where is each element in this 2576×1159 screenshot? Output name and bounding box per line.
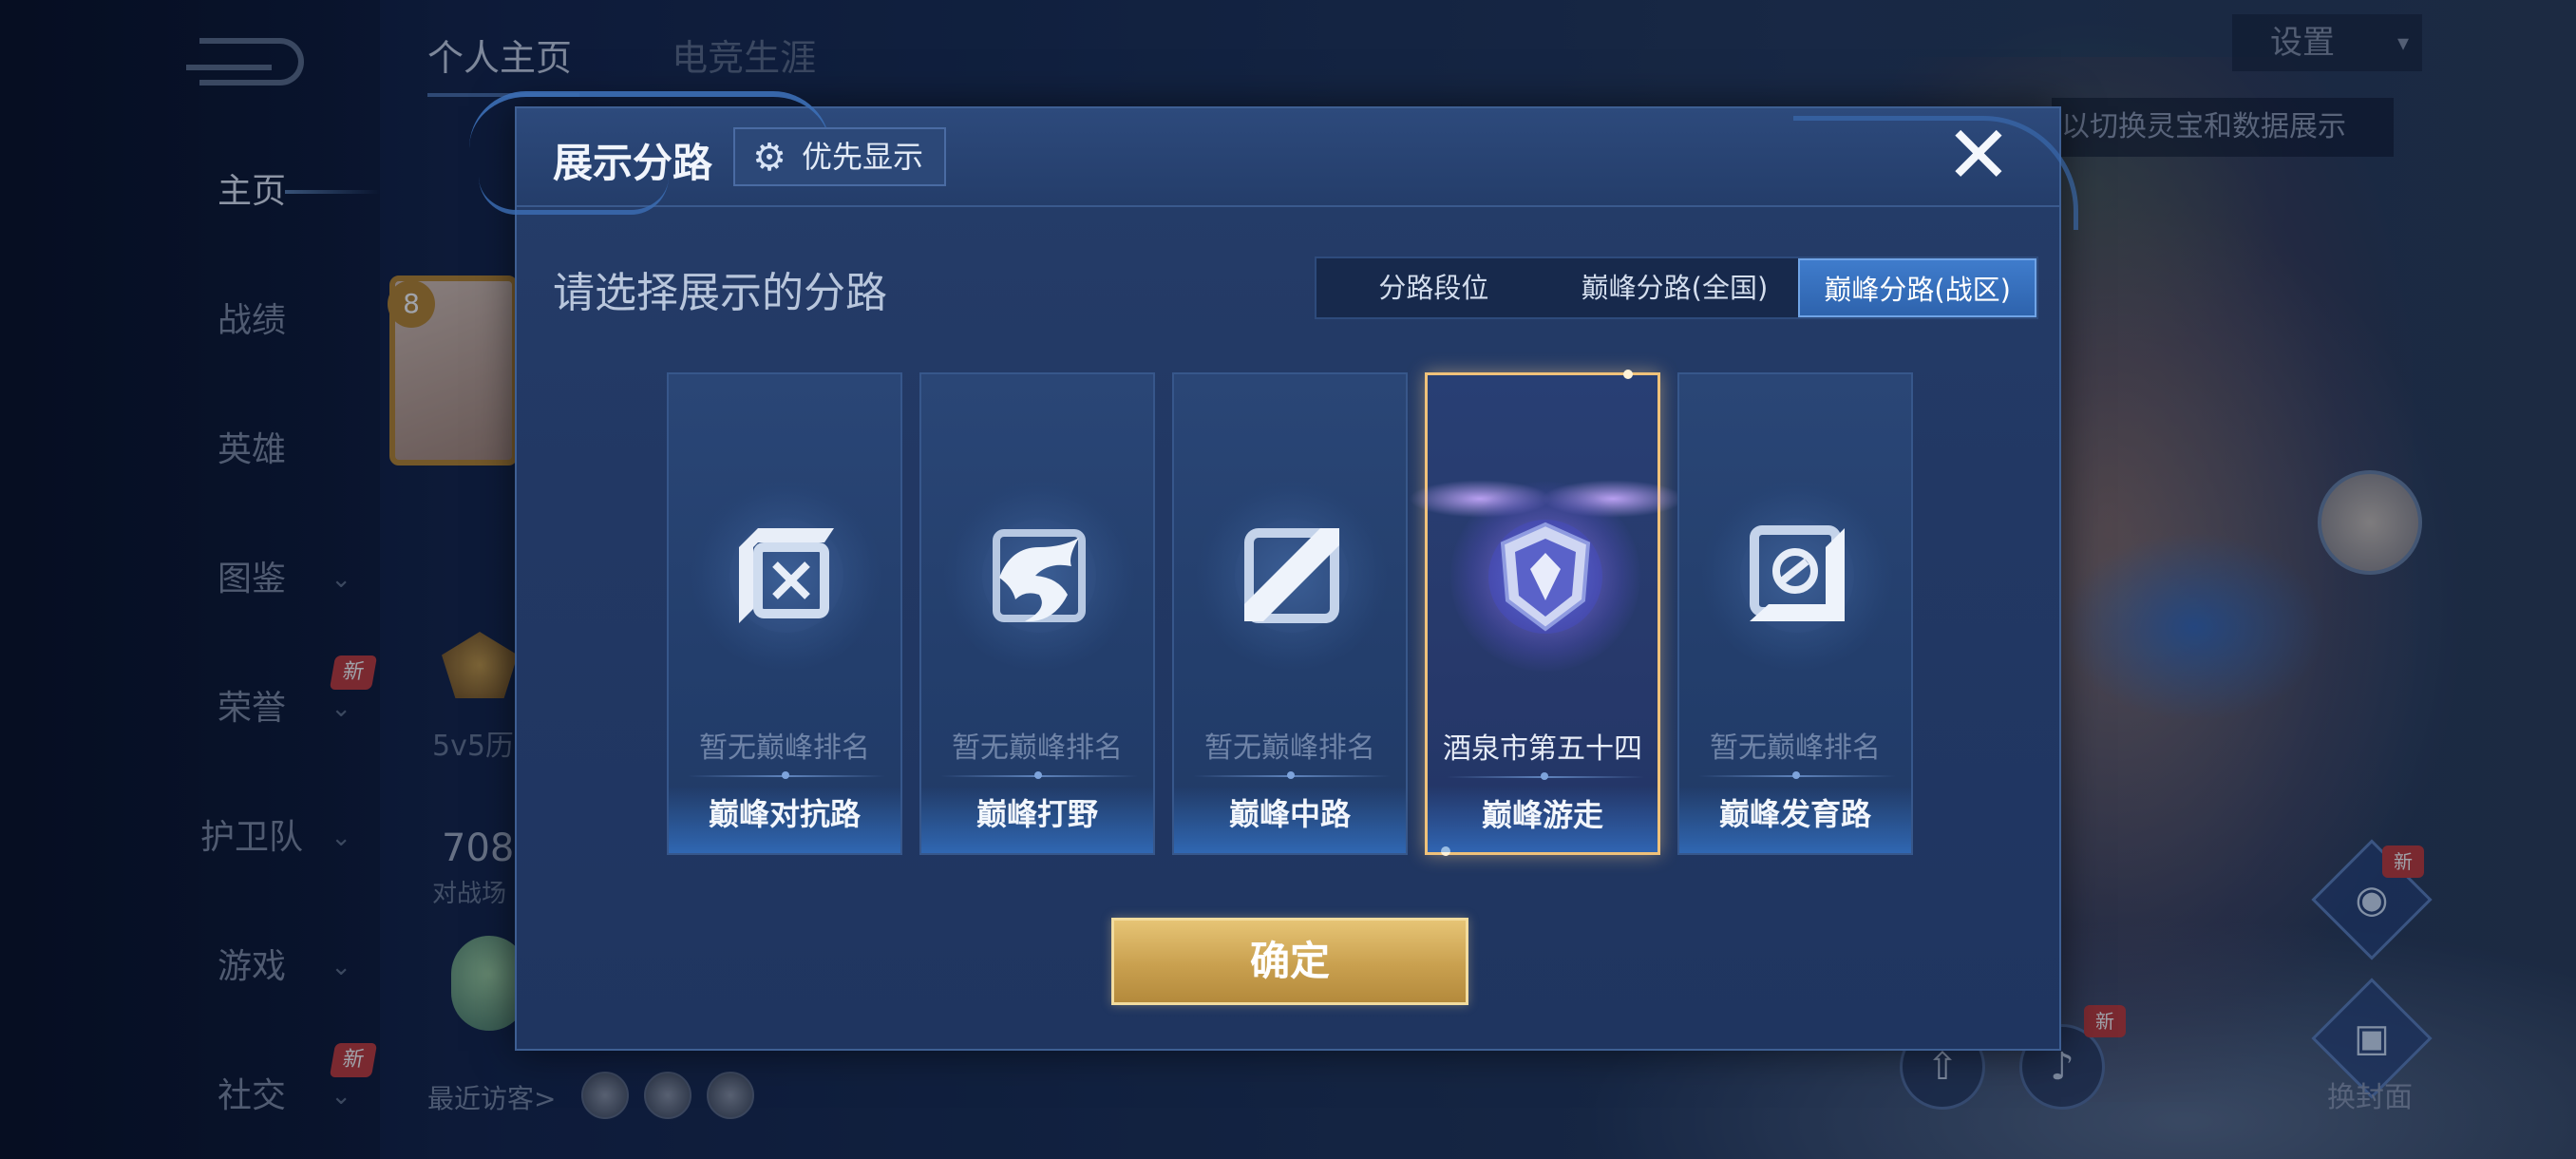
confirm-button[interactable]: 确定 [1111,918,1468,1005]
farm-lane-icon [1702,481,1892,671]
roam-shield-icon [1450,482,1640,672]
lane-name: 巅峰对抗路 [708,796,861,832]
dialog-header: 展示分路 ⚙ 优先显示 ✕ [469,91,2078,230]
lane-display-dialog: 展示分路 ⚙ 优先显示 ✕ 请选择展示的分路 分路段位 巅峰分路(全国) 巅峰分… [469,91,2078,1051]
lane-card-farm[interactable]: 暂无巅峰排名 巅峰发育路 [1677,372,1913,855]
dialog-title: 展示分路 [553,140,713,186]
lane-name: 巅峰中路 [1228,796,1351,832]
tab-lane-rank[interactable]: 分路段位 [1316,258,1551,317]
lane-card-roam[interactable]: 酒泉市第五十四 巅峰游走 [1409,370,1684,856]
lane-card-jungle[interactable]: 暂无巅峰排名 巅峰打野 [919,372,1155,855]
lane-divider-dot [1287,771,1295,779]
priority-display-button[interactable]: ⚙ 优先显示 [733,127,946,186]
gear-icon: ⚙ [752,136,786,180]
mid-lane-icon [1197,481,1387,671]
tab-peak-national[interactable]: 巅峰分路(全国) [1551,258,1799,317]
dialog-subtitle: 请选择展示的分路 [553,269,887,317]
header-ornament [1793,116,2078,230]
lane-card-mid[interactable]: 暂无巅峰排名 巅峰中路 [1172,372,1408,855]
lane-rank-text: 暂无巅峰排名 [699,732,870,765]
lane-name: 巅峰打野 [975,796,1098,832]
lane-divider-dot [782,771,789,779]
close-button[interactable]: ✕ [1943,115,2014,195]
lane-divider-dot [1034,771,1042,779]
clash-lane-icon [691,481,881,671]
lane-rank-text: 暂无巅峰排名 [1710,732,1881,765]
lane-scope-tabs: 分路段位 巅峰分路(全国) 巅峰分路(战区) [1315,256,2038,319]
lane-divider-dot [1541,772,1548,780]
lane-name: 巅峰游走 [1481,797,1603,833]
game-screen: { "nav": { "items": [ {"label": "主页", "h… [0,0,2576,1159]
lane-rank-text: 酒泉市第五十四 [1443,732,1642,766]
lane-divider-dot [1792,771,1800,779]
tab-peak-region[interactable]: 巅峰分路(战区) [1798,258,2036,317]
lane-rank-text: 暂无巅峰排名 [952,732,1123,765]
lane-rank-text: 暂无巅峰排名 [1204,732,1375,765]
corner-sparkle [1623,370,1633,379]
priority-display-label: 优先显示 [802,139,924,175]
lane-card-clash[interactable]: 暂无巅峰排名 巅峰对抗路 [667,372,902,855]
lane-name: 巅峰发育路 [1718,796,1871,832]
jungle-dragon-icon [944,481,1134,671]
